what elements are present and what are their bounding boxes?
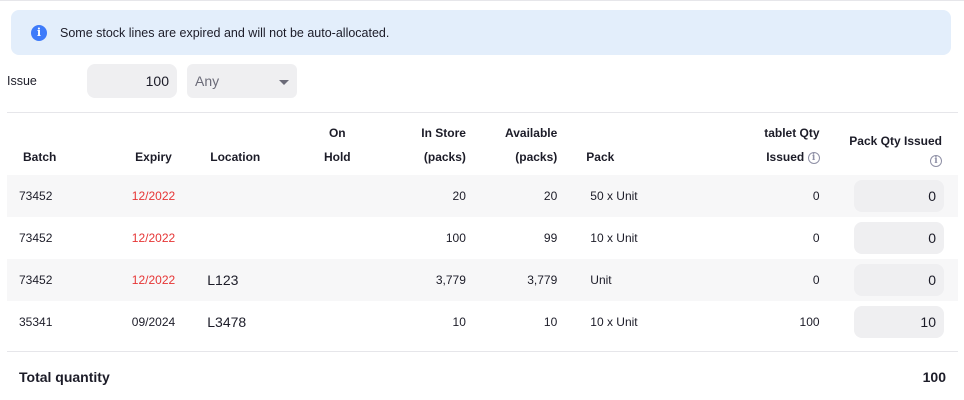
pack-cell: 50 x Unit [560,175,699,217]
in-store-cell: 100 [445,231,466,245]
info-circle-icon[interactable]: i [930,154,942,167]
batch-allocation-table: Batch Expiry Location On Hold In Store (pa… [7,121,958,343]
on-hold-cell [300,301,374,343]
col-expiry[interactable]: Expiry [105,121,203,175]
pack-cell: 10 x Unit [590,315,638,329]
col-on-hold-line2: Hold [323,150,351,164]
col-location[interactable]: Location [202,121,300,175]
pack-size-select-value: Any [195,73,220,89]
col-batch[interactable]: Batch [7,121,105,175]
col-tablet-qty-issued: tablet Qty Issued i [698,121,820,175]
col-in-store-line1: In Store [421,126,466,140]
in-store-cell: 10 [452,315,466,329]
pack-qty-input[interactable] [854,222,944,254]
table-row[interactable]: 73452 12/2022 100 99 10 x Unit 0 [7,217,958,259]
in-store-cell: 3,779 [374,259,470,301]
batch-cell: 73452 [7,259,105,301]
col-available[interactable]: Available (packs) [470,121,560,175]
location-cell [202,217,300,259]
pack-cell: 10 x Unit [590,231,638,245]
issue-label: Issue [7,74,37,88]
pack-size-select[interactable]: Any [187,64,297,98]
tablet-qty-cell: 0 [698,175,820,217]
issue-quantity-input[interactable] [87,64,177,98]
location-cell: L3478 [207,314,247,330]
col-in-store[interactable]: In Store (packs) [374,121,470,175]
on-hold-cell [300,175,375,217]
expiry-cell: 12/2022 [131,231,176,245]
batch-cell: 73452 [19,231,53,245]
table-row[interactable]: 73452 12/2022 L123 3,779 3,779 Unit 0 [7,259,958,301]
on-hold-cell [300,259,375,301]
col-on-hold[interactable]: On Hold [300,121,374,175]
col-in-store-line2: (packs) [423,150,466,164]
batch-cell: 35341 [19,315,53,329]
table-row[interactable]: 73452 12/2022 20 20 50 x Unit 0 [7,175,958,217]
expiry-cell: 12/2022 [104,259,203,301]
col-pack-qty-label: Pack Qty Issued [849,134,942,148]
col-available-line2: (packs) [515,150,558,164]
alert-message: Some stock lines are expired and will no… [60,25,390,40]
location-cell: L123 [202,259,301,301]
tablet-qty-cell: 100 [799,315,820,329]
pack-qty-input[interactable] [854,306,944,338]
batch-cell: 73452 [7,175,105,217]
total-quantity-value: 100 [922,369,946,385]
available-cell: 20 [469,175,561,217]
total-divider [7,351,958,352]
top-divider [0,0,964,1]
table-header-row: Batch Expiry Location On Hold In Store (pa… [7,121,958,175]
expiry-cell: 12/2022 [104,175,203,217]
col-available-line1: Available [505,126,558,140]
pack-qty-cell [820,217,958,259]
available-cell: 99 [543,231,558,245]
table-row[interactable]: 35341 09/2024 L3478 10 10 10 x Unit 100 [7,301,958,343]
pack-qty-input[interactable] [854,264,944,296]
pack-cell: Unit [560,259,699,301]
location-cell [202,175,301,217]
col-pack-qty-issued: Pack Qty Issued i [820,121,958,175]
info-circle-icon[interactable]: i [807,151,820,164]
col-on-hold-line1: On [328,126,346,140]
pack-qty-cell [820,301,958,343]
chevron-down-icon [279,79,289,85]
col-tablet-qty-line1: tablet Qty [764,126,820,140]
pack-qty-cell [819,259,958,301]
tablet-qty-cell: 0 [698,259,820,301]
expired-stock-alert: i Some stock lines are expired and will … [11,10,951,55]
available-cell: 3,779 [469,259,561,301]
col-pack[interactable]: Pack [560,121,698,175]
section-divider [7,112,958,113]
col-tablet-qty-line2: Issued [766,150,805,164]
pack-qty-input[interactable] [854,180,944,212]
available-cell: 10 [543,315,558,329]
in-store-cell: 20 [374,175,470,217]
on-hold-cell [300,217,374,259]
total-quantity-label: Total quantity [19,369,110,385]
expiry-cell: 09/2024 [131,315,176,329]
info-icon: i [31,24,47,41]
pack-qty-cell [819,175,958,217]
issue-row: Issue Any [7,64,297,98]
tablet-qty-cell: 0 [812,231,820,245]
